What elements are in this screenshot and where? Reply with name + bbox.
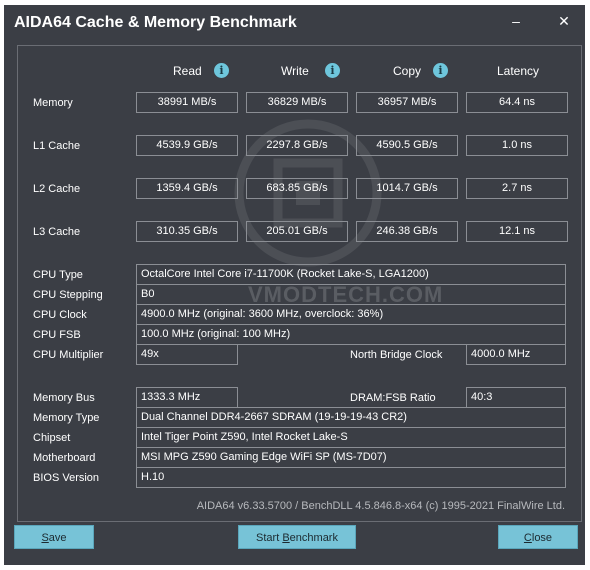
cpu-stepping-value: B0 <box>136 284 566 305</box>
l3-latency: 12.1 ns <box>466 221 568 242</box>
close-label: lose <box>531 532 553 544</box>
l3-read: 310.35 GB/s <box>136 221 238 242</box>
nb-clock-label: North Bridge Clock <box>350 349 443 361</box>
nb-clock-value: 4000.0 MHz <box>466 344 566 365</box>
start-label-b: enchmark <box>289 532 338 544</box>
dram-ratio-label: DRAM:FSB Ratio <box>350 392 436 404</box>
cpu-type-label: CPU Type <box>33 269 83 281</box>
cpu-multiplier-value: 49x <box>136 344 238 365</box>
start-label-a: Start <box>256 532 283 544</box>
l3-write: 205.01 GB/s <box>246 221 348 242</box>
start-benchmark-button[interactable]: Start Benchmark <box>238 525 356 549</box>
column-read: Read <box>173 64 202 78</box>
cpu-fsb-value: 100.0 MHz (original: 100 MHz) <box>136 324 566 345</box>
l1-copy: 4590.5 GB/s <box>356 135 458 156</box>
cpu-fsb-label: CPU FSB <box>33 329 81 341</box>
l1-read: 4539.9 GB/s <box>136 135 238 156</box>
cpu-clock-label: CPU Clock <box>33 309 87 321</box>
l2-copy: 1014.7 GB/s <box>356 178 458 199</box>
cpu-clock-value: 4900.0 MHz (original: 3600 MHz, overcloc… <box>136 304 566 325</box>
write-info-icon[interactable]: i <box>325 63 340 78</box>
chipset-label: Chipset <box>33 432 71 444</box>
l2-latency: 2.7 ns <box>466 178 568 199</box>
save-accel: S <box>41 532 49 544</box>
read-info-icon[interactable]: i <box>214 63 229 78</box>
close-accel: C <box>523 532 532 544</box>
close-window-button[interactable]: ✕ <box>552 11 576 31</box>
memory-latency: 64.4 ns <box>466 92 568 113</box>
row-label-l2: L2 Cache <box>33 183 81 195</box>
version-footer: AIDA64 v6.33.5700 / BenchDLL 4.5.846.8-x… <box>196 500 565 512</box>
bios-label: BIOS Version <box>33 472 100 484</box>
column-latency: Latency <box>497 64 540 78</box>
minimize-button[interactable]: – <box>504 11 528 31</box>
save-label: ave <box>48 532 67 544</box>
cpu-stepping-label: CPU Stepping <box>33 289 103 301</box>
l1-write: 2297.8 GB/s <box>246 135 348 156</box>
chipset-value: Intel Tiger Point Z590, Intel Rocket Lak… <box>136 427 566 448</box>
memory-copy: 36957 MB/s <box>356 92 458 113</box>
cpu-type-value: OctalCore Intel Core i7-11700K (Rocket L… <box>136 264 566 285</box>
column-write: Write <box>281 64 309 78</box>
row-label-memory: Memory <box>33 97 73 109</box>
memory-type-label: Memory Type <box>33 412 100 424</box>
memory-write: 36829 MB/s <box>246 92 348 113</box>
close-button[interactable]: Close <box>498 525 578 549</box>
l1-latency: 1.0 ns <box>466 135 568 156</box>
column-copy: Copy <box>393 64 422 78</box>
copy-info-icon[interactable]: i <box>433 63 448 78</box>
l2-read: 1359.4 GB/s <box>136 178 238 199</box>
row-label-l3: L3 Cache <box>33 226 81 238</box>
benchmark-window: AIDA64 Cache & Memory Benchmark – ✕ VMOD… <box>4 5 585 565</box>
results-panel: VMODTECH.COM Read i Write i Copy i Laten… <box>17 45 582 522</box>
memory-bus-value: 1333.3 MHz <box>136 387 238 408</box>
row-label-l1: L1 Cache <box>33 140 81 152</box>
l3-copy: 246.38 GB/s <box>356 221 458 242</box>
dram-ratio-value: 40:3 <box>466 387 566 408</box>
motherboard-label: Motherboard <box>33 452 96 464</box>
save-button[interactable]: Save <box>14 525 94 549</box>
cpu-multiplier-label: CPU Multiplier <box>33 349 104 361</box>
memory-type-value: Dual Channel DDR4-2667 SDRAM (19-19-19-4… <box>136 407 566 428</box>
memory-bus-label: Memory Bus <box>33 392 95 404</box>
bios-value: H.10 <box>136 467 566 488</box>
start-accel: B <box>282 532 290 544</box>
window-title: AIDA64 Cache & Memory Benchmark <box>14 14 297 31</box>
memory-read: 38991 MB/s <box>136 92 238 113</box>
l2-write: 683.85 GB/s <box>246 178 348 199</box>
motherboard-value: MSI MPG Z590 Gaming Edge WiFi SP (MS-7D0… <box>136 447 566 468</box>
title-bar: AIDA64 Cache & Memory Benchmark – ✕ <box>4 5 585 41</box>
